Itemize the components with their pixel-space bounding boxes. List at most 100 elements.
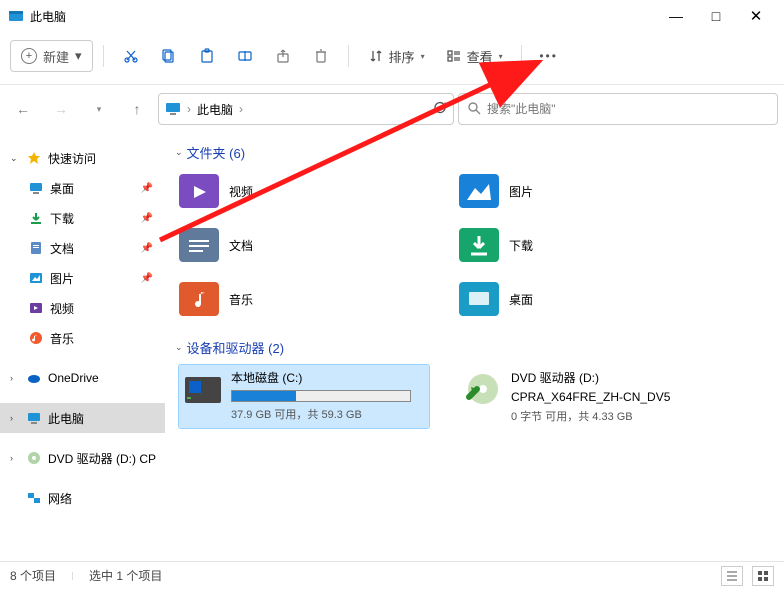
status-items: 8 个项目 bbox=[10, 567, 56, 584]
share-button[interactable] bbox=[266, 39, 300, 73]
sidebar-item-quick-access[interactable]: ⌄ 快速访问 bbox=[0, 143, 165, 173]
search-box[interactable] bbox=[458, 93, 778, 125]
chevron-down-icon: ▾ bbox=[97, 104, 102, 115]
drive-usage-bar bbox=[231, 390, 411, 402]
back-icon: ← bbox=[16, 101, 30, 117]
back-button[interactable]: ← bbox=[6, 93, 40, 125]
view-button[interactable]: 查看 ▾ bbox=[437, 39, 511, 73]
dvd-drive-icon bbox=[463, 369, 503, 409]
chevron-down-icon: ⌄ bbox=[175, 342, 183, 353]
minimize-icon: — bbox=[669, 8, 683, 24]
folder-videos[interactable]: 视频 bbox=[179, 170, 429, 212]
sidebar-item-label: 图片 bbox=[50, 270, 74, 287]
share-icon bbox=[274, 47, 292, 65]
folder-downloads[interactable]: 下载 bbox=[459, 224, 709, 266]
sidebar-item-dvd[interactable]: › DVD 驱动器 (D:) CP bbox=[0, 443, 165, 473]
download-icon bbox=[28, 210, 44, 226]
maximize-icon: □ bbox=[712, 8, 720, 24]
section-drives-header[interactable]: ⌄ 设备和驱动器 (2) bbox=[175, 338, 784, 357]
folder-music[interactable]: 音乐 bbox=[179, 278, 429, 320]
chevron-down-icon: ⌄ bbox=[175, 147, 183, 158]
search-input[interactable] bbox=[487, 102, 769, 116]
pictures-folder-icon bbox=[459, 174, 499, 208]
up-button[interactable]: ↑ bbox=[120, 93, 154, 125]
pin-icon: 📌 bbox=[141, 243, 153, 254]
toolbar: + 新建 ▾ 排序 ▾ 查看 ▾ ••• bbox=[0, 32, 784, 80]
drive-name: DVD 驱动器 (D:) bbox=[511, 369, 705, 386]
status-bar: 8 个项目 选中 1 个项目 bbox=[0, 561, 784, 589]
recent-button[interactable]: ▾ bbox=[82, 93, 116, 125]
sidebar-item-thispc[interactable]: › 此电脑 bbox=[0, 403, 165, 433]
sort-button[interactable]: 排序 ▾ bbox=[359, 39, 433, 73]
rename-button[interactable] bbox=[228, 39, 262, 73]
sort-button-label: 排序 bbox=[389, 47, 415, 66]
drive-name: 本地磁盘 (C:) bbox=[231, 369, 425, 386]
view-button-label: 查看 bbox=[467, 47, 493, 66]
close-button[interactable]: ✕ bbox=[736, 2, 776, 30]
folder-desktop[interactable]: 桌面 bbox=[459, 278, 709, 320]
sidebar-item-desktop[interactable]: 桌面 📌 bbox=[0, 173, 165, 203]
address-root[interactable]: 此电脑 bbox=[197, 101, 233, 118]
folder-documents[interactable]: 文档 bbox=[179, 224, 429, 266]
forward-icon: → bbox=[54, 101, 68, 117]
desktop-folder-icon bbox=[459, 282, 499, 316]
forward-button[interactable]: → bbox=[44, 93, 78, 125]
network-icon bbox=[26, 490, 42, 506]
toolbar-separator bbox=[521, 45, 522, 67]
section-drives-label: 设备和驱动器 (2) bbox=[187, 338, 285, 357]
sidebar-item-label: 视频 bbox=[50, 300, 74, 317]
address-bar[interactable]: › 此电脑 › bbox=[158, 93, 454, 125]
refresh-button[interactable] bbox=[433, 101, 447, 118]
chevron-down-icon: ▾ bbox=[499, 52, 503, 61]
drive-c[interactable]: 本地磁盘 (C:) 37.9 GB 可用，共 59.3 GB bbox=[179, 365, 429, 428]
new-button[interactable]: + 新建 ▾ bbox=[10, 40, 93, 72]
sidebar-item-videos[interactable]: 视频 bbox=[0, 293, 165, 323]
sidebar-item-onedrive[interactable]: › OneDrive bbox=[0, 363, 165, 393]
toolbar-separator bbox=[348, 45, 349, 67]
sidebar-item-music[interactable]: 音乐 bbox=[0, 323, 165, 353]
pin-icon: 📌 bbox=[141, 213, 153, 224]
drive-body: DVD 驱动器 (D:) CPRA_X64FRE_ZH-CN_DV5 0 字节 … bbox=[511, 369, 705, 424]
sidebar-item-label: 此电脑 bbox=[48, 410, 84, 427]
delete-button[interactable] bbox=[304, 39, 338, 73]
chevron-right-icon: › bbox=[10, 413, 20, 423]
videos-icon bbox=[28, 300, 44, 316]
drive-d[interactable]: DVD 驱动器 (D:) CPRA_X64FRE_ZH-CN_DV5 0 字节 … bbox=[459, 365, 709, 428]
sidebar-item-network[interactable]: › 网络 bbox=[0, 483, 165, 513]
folders-grid: 视频 图片 文档 下载 音乐 桌面 bbox=[169, 170, 784, 320]
sidebar-item-documents[interactable]: 文档 📌 bbox=[0, 233, 165, 263]
sidebar-item-label: 文档 bbox=[50, 240, 74, 257]
minimize-button[interactable]: — bbox=[656, 2, 696, 30]
sidebar-item-label: 音乐 bbox=[50, 330, 74, 347]
maximize-button[interactable]: □ bbox=[696, 2, 736, 30]
app-icon bbox=[8, 8, 24, 24]
section-folders-header[interactable]: ⌄ 文件夹 (6) bbox=[175, 143, 784, 162]
toolbar-separator bbox=[103, 45, 104, 67]
sidebar: ⌄ 快速访问 桌面 📌 下载 📌 文档 📌 图片 📌 视频 bbox=[0, 127, 165, 566]
sidebar-item-downloads[interactable]: 下载 📌 bbox=[0, 203, 165, 233]
content-area: ⌄ 文件夹 (6) 视频 图片 文档 下载 音乐 bbox=[165, 127, 784, 566]
videos-folder-icon bbox=[179, 174, 219, 208]
sidebar-item-label: DVD 驱动器 (D:) CP bbox=[48, 450, 156, 467]
status-selected: 选中 1 个项目 bbox=[89, 567, 162, 584]
icons-view-button[interactable] bbox=[752, 566, 774, 586]
drive-icon bbox=[183, 369, 223, 409]
paste-icon bbox=[198, 47, 216, 65]
sidebar-item-label: OneDrive bbox=[48, 371, 99, 385]
more-icon: ••• bbox=[540, 47, 558, 65]
copy-button[interactable] bbox=[152, 39, 186, 73]
folder-pictures[interactable]: 图片 bbox=[459, 170, 709, 212]
sort-icon bbox=[367, 47, 385, 65]
more-button[interactable]: ••• bbox=[532, 39, 566, 73]
chevron-down-icon: ▾ bbox=[75, 48, 82, 64]
search-icon bbox=[467, 101, 481, 118]
folder-label: 桌面 bbox=[509, 291, 533, 308]
chevron-right-icon: › bbox=[10, 373, 20, 383]
cut-button[interactable] bbox=[114, 39, 148, 73]
drive-label: CPRA_X64FRE_ZH-CN_DV5 bbox=[511, 390, 705, 404]
drives-row: 本地磁盘 (C:) 37.9 GB 可用，共 59.3 GB DVD 驱动器 (… bbox=[169, 365, 784, 428]
paste-button[interactable] bbox=[190, 39, 224, 73]
sidebar-item-pictures[interactable]: 图片 📌 bbox=[0, 263, 165, 293]
onedrive-icon bbox=[26, 370, 42, 386]
details-view-button[interactable] bbox=[721, 566, 743, 586]
